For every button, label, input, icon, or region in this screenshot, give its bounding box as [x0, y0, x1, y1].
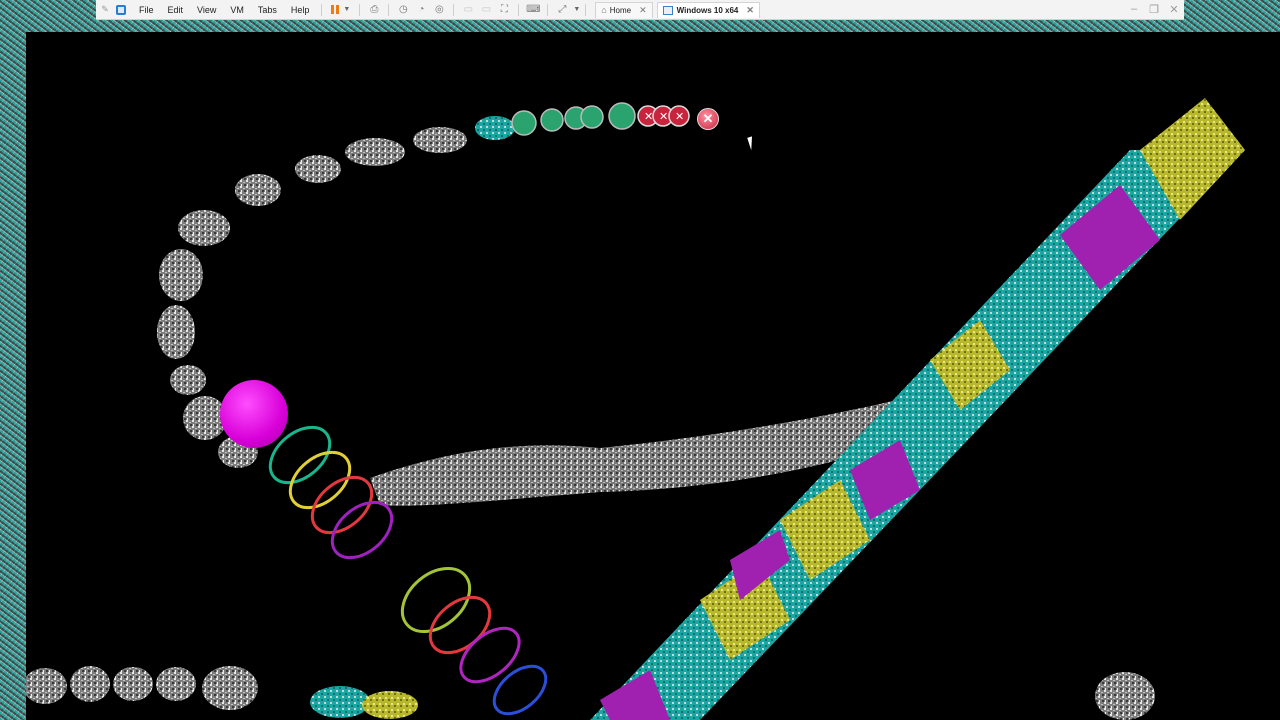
toolbar-divider: [388, 3, 390, 16]
vm-display-area[interactable]: ✕ ✕ ✕ ✕: [26, 32, 1280, 720]
motion-smear-colored-beam: [590, 98, 1245, 720]
send-keys-icon[interactable]: ⎙: [365, 3, 383, 17]
revert-snapshot-icon[interactable]: ◔: [412, 3, 430, 17]
vmware-logo-icon: [116, 4, 126, 15]
window-controls: – ❐ ✕: [1124, 3, 1184, 16]
toolbar-divider: [585, 3, 587, 16]
chevron-down-icon[interactable]: ▼: [343, 6, 350, 13]
game-canvas[interactable]: ✕ ✕ ✕: [26, 32, 1280, 720]
unity-icon[interactable]: ▭: [459, 3, 477, 17]
close-icon[interactable]: ✕: [639, 5, 647, 16]
minimize-icon[interactable]: –: [1124, 3, 1144, 16]
menu-help[interactable]: Help: [284, 5, 317, 15]
toolbar-divider: [547, 3, 549, 16]
terminal-icon[interactable]: ⌨: [524, 3, 542, 17]
toolbar-divider: [453, 3, 455, 16]
pause-icon-bar: [336, 5, 340, 14]
snapshot-manager-icon[interactable]: ◎: [430, 3, 448, 17]
toolbar-divider: [359, 3, 361, 16]
svg-text:✕: ✕: [644, 110, 653, 123]
restore-icon[interactable]: ❐: [1144, 3, 1164, 16]
stretch-icon[interactable]: ⤢: [553, 3, 571, 17]
fullscreen-icon[interactable]: ⛶: [495, 3, 513, 17]
menu-view[interactable]: View: [190, 5, 223, 15]
chevron-down-icon[interactable]: ▼: [573, 6, 580, 13]
menu-file[interactable]: File: [132, 5, 161, 15]
snapshot-icon[interactable]: ◷: [394, 3, 412, 17]
svg-text:✕: ✕: [675, 110, 684, 123]
tab-windows-10-x64[interactable]: Windows 10 x64 ✕: [656, 1, 760, 18]
tab-label: Windows 10 x64: [676, 5, 739, 15]
tab-label: Home: [609, 5, 632, 15]
home-icon: ⌂: [601, 5, 607, 15]
menu-tabs[interactable]: Tabs: [251, 5, 284, 15]
tab-home[interactable]: ⌂ Home ✕: [595, 1, 653, 18]
toolbar-divider: [321, 3, 323, 16]
toolbar-divider: [518, 3, 520, 16]
ball-chain: ✕ ✕ ✕: [475, 102, 690, 140]
bottom-ball-row: [26, 666, 1155, 720]
menu-vm[interactable]: VM: [223, 5, 251, 15]
svg-text:✕: ✕: [659, 110, 668, 123]
close-icon[interactable]: ✕: [1164, 3, 1184, 16]
launcher-current-ball: [220, 380, 288, 448]
vmware-toolbar: ✎ File Edit View VM Tabs Help ▼ ⎙ ◷ ◔ ◎ …: [96, 0, 1184, 20]
console-view-icon[interactable]: ▭: [477, 3, 495, 17]
pause-button[interactable]: ▼: [327, 5, 354, 14]
pause-icon: [331, 5, 335, 14]
vm-icon: [662, 5, 673, 15]
menu-edit[interactable]: Edit: [161, 5, 191, 15]
next-ball-indicator: ✕: [697, 108, 719, 130]
close-icon[interactable]: ✕: [746, 5, 754, 16]
ball-chain-track: [157, 127, 467, 468]
pin-icon[interactable]: ✎: [96, 4, 114, 15]
